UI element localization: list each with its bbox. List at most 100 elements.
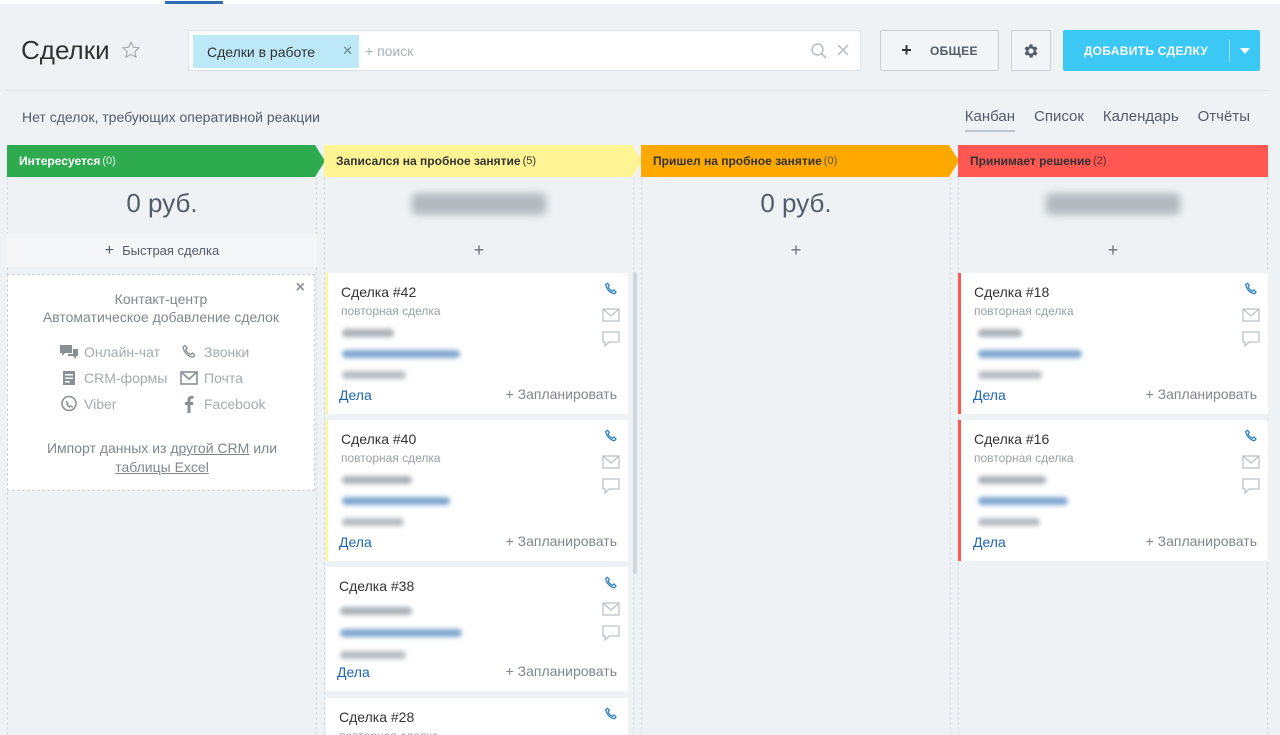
- search-filter-bar[interactable]: Сделки в работе ✕ + поиск: [188, 30, 861, 71]
- deals-link[interactable]: Дела: [339, 534, 372, 550]
- star-icon[interactable]: [121, 40, 141, 60]
- deal-title[interactable]: Сделка #40: [341, 431, 416, 447]
- deal-type: повторная сделка: [974, 304, 1074, 318]
- search-icon[interactable]: [810, 42, 828, 60]
- plan-link[interactable]: + Запланировать: [506, 663, 617, 679]
- view-calendar[interactable]: Календарь: [1103, 108, 1179, 132]
- stage-count: (5): [522, 155, 537, 167]
- deal-card[interactable]: Сделка #16 повторная сделка Дела + Запла…: [958, 420, 1268, 561]
- deal-card[interactable]: Сделка #38 Дела + Запланировать: [326, 567, 628, 691]
- deal-card[interactable]: Сделка #28 повторная сделка: [326, 698, 628, 735]
- import-excel-link[interactable]: таблицы Excel: [115, 459, 209, 475]
- plan-link[interactable]: + Запланировать: [506, 533, 617, 549]
- column-scrollbar[interactable]: [633, 272, 637, 574]
- plus-icon: +: [104, 241, 115, 259]
- stage-header[interactable]: Пришел на пробное занятие (0): [641, 145, 837, 177]
- phone-icon[interactable]: [602, 428, 620, 444]
- deals-link[interactable]: Дела: [973, 387, 1006, 403]
- add-deal-button[interactable]: ДОБАВИТЬ СДЕЛКУ: [1063, 30, 1260, 71]
- chat-icon[interactable]: [1242, 478, 1260, 494]
- deal-card[interactable]: Сделка #40 повторная сделка Дела + Запла…: [326, 420, 628, 561]
- deal-title[interactable]: Сделка #38: [339, 578, 414, 594]
- deal-title[interactable]: Сделка #16: [974, 431, 1049, 447]
- header-divider: [6, 90, 1268, 91]
- search-input[interactable]: + поиск: [365, 43, 413, 59]
- phone-icon: [178, 343, 200, 361]
- general-button[interactable]: + ОБЩЕЕ: [880, 30, 999, 71]
- stage-count: (0): [102, 155, 116, 167]
- deal-type: повторная сделка: [341, 451, 441, 465]
- blurred-amount: [342, 518, 404, 526]
- channel-viber[interactable]: Viber: [58, 395, 178, 413]
- mail-icon[interactable]: [602, 454, 620, 470]
- phone-icon[interactable]: [602, 575, 620, 591]
- view-reports[interactable]: Отчёты: [1198, 108, 1250, 132]
- settings-button[interactable]: [1011, 30, 1051, 71]
- stage-header[interactable]: Принимает решение (2): [958, 145, 1107, 177]
- deal-title[interactable]: Сделка #42: [341, 284, 416, 300]
- add-deal-plus[interactable]: +: [324, 240, 634, 261]
- stage-header[interactable]: Записался на пробное занятие (5): [324, 145, 536, 177]
- channel-mail[interactable]: Почта: [178, 369, 298, 387]
- view-kanban[interactable]: Канбан: [964, 108, 1015, 132]
- deal-title[interactable]: Сделка #28: [339, 709, 414, 725]
- channel-crm-forms[interactable]: CRM-формы: [58, 369, 178, 387]
- chat-icon: [58, 343, 80, 361]
- plan-link[interactable]: + Запланировать: [1146, 533, 1257, 549]
- blurred-amount: [340, 651, 406, 659]
- plan-link[interactable]: + Запланировать: [1146, 386, 1257, 402]
- mail-icon[interactable]: [602, 307, 620, 323]
- add-deal-plus[interactable]: +: [958, 240, 1268, 261]
- phone-icon[interactable]: [602, 281, 620, 297]
- deal-title[interactable]: Сделка #18: [974, 284, 1049, 300]
- filter-chip[interactable]: Сделки в работе ✕: [193, 35, 359, 68]
- deals-link[interactable]: Дела: [339, 387, 372, 403]
- deals-link[interactable]: Дела: [337, 664, 370, 680]
- phone-icon[interactable]: [1242, 428, 1260, 444]
- contact-center-subtitle: Автоматическое добавление сделок: [42, 309, 280, 325]
- kanban-column-came-to-trial: Пришел на пробное занятие (0) 0 руб. +: [641, 145, 959, 735]
- viber-icon: [58, 395, 80, 413]
- mail-icon[interactable]: [1242, 307, 1260, 323]
- stage-sum: 0 руб.: [760, 188, 832, 218]
- blurred-amount: [342, 371, 406, 379]
- mail-icon[interactable]: [1242, 454, 1260, 470]
- import-text: Импорт данных из другой CRM или таблицы …: [46, 440, 278, 475]
- plan-link[interactable]: + Запланировать: [506, 386, 617, 402]
- quick-deal-button[interactable]: + Быстрая сделка: [7, 234, 317, 267]
- add-deal-plus[interactable]: +: [641, 240, 951, 261]
- blurred-amount: [978, 371, 1042, 379]
- mail-icon[interactable]: [602, 601, 620, 617]
- phone-icon[interactable]: [1242, 281, 1260, 297]
- blurred-contact: [342, 329, 394, 337]
- channel-facebook[interactable]: Facebook: [178, 395, 298, 413]
- channel-online-chat[interactable]: Онлайн-чат: [58, 343, 178, 361]
- chevron-down-icon[interactable]: [1230, 30, 1260, 71]
- chat-icon[interactable]: [602, 478, 620, 494]
- chip-remove-icon[interactable]: ✕: [342, 43, 353, 59]
- blurred-contact: [342, 476, 412, 484]
- stage-sum: 0 руб.: [126, 188, 198, 218]
- stage-header[interactable]: Интересуется (0): [7, 145, 116, 177]
- facebook-icon: [178, 395, 200, 413]
- close-icon[interactable]: ×: [296, 279, 305, 297]
- filter-chip-label: Сделки в работе: [207, 43, 316, 60]
- header: Сделки Сделки в работе ✕ + поиск + ОБЩЕЕ…: [0, 4, 1280, 90]
- chat-icon[interactable]: [602, 625, 620, 641]
- deal-card[interactable]: Сделка #42 повторная сделка Дела + Запла…: [326, 273, 628, 414]
- add-deal-button-label: ДОБАВИТЬ СДЕЛКУ: [1083, 43, 1209, 58]
- view-list[interactable]: Список: [1034, 108, 1084, 132]
- deal-card[interactable]: Сделка #18 повторная сделка Дела + Запла…: [958, 273, 1268, 414]
- channel-calls[interactable]: Звонки: [178, 343, 298, 361]
- quick-deal-label: Быстрая сделка: [122, 243, 220, 258]
- notice-text: Нет сделок, требующих оперативной реакци…: [22, 109, 320, 125]
- phone-icon[interactable]: [602, 706, 620, 722]
- stage-title: Записался на пробное занятие: [336, 154, 521, 168]
- import-other-crm-link[interactable]: другой CRM: [170, 440, 249, 456]
- deals-link[interactable]: Дела: [973, 534, 1006, 550]
- close-icon[interactable]: [836, 43, 850, 57]
- chat-icon[interactable]: [1242, 331, 1260, 347]
- blurred-phone: [340, 629, 462, 637]
- stage-title: Принимает решение: [970, 154, 1092, 168]
- chat-icon[interactable]: [602, 331, 620, 347]
